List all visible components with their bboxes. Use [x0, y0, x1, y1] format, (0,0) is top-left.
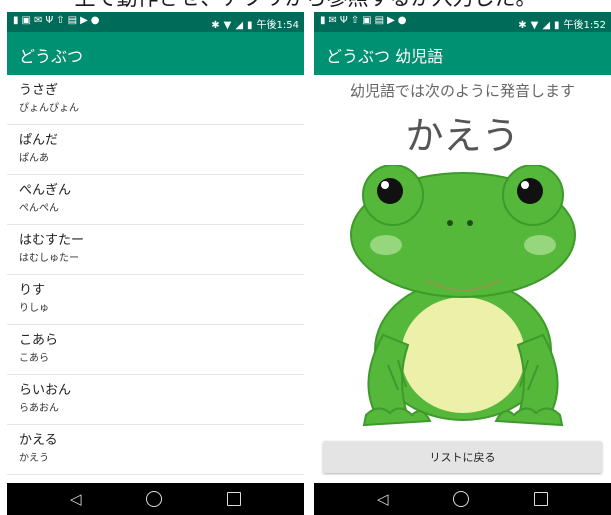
play-store-icon: ▶ — [387, 15, 398, 26]
baby-word: らあおん — [19, 403, 59, 414]
wifi-icon: ▼ — [223, 20, 232, 31]
baby-word: かえう — [19, 453, 49, 464]
bluetooth-icon: ✱ — [518, 20, 527, 31]
animal-list: うさぎ ぴょんぴょん ぱんだ ぱんあ ぺんぎん ぺんぺん はむすたー はむしゅた… — [7, 75, 304, 483]
list-item-kaeru[interactable]: かえる かえう — [7, 425, 304, 475]
battery-icon: ▮ — [554, 20, 560, 31]
phone-screen-detail: ▮✉Ψ⇧▣▤▶● ✱ ▼ ◢ ▮ 午後1:52 どうぶつ 幼児語 幼児語では次のように発… — [314, 12, 611, 515]
media-icon: ▤ — [374, 15, 388, 26]
list-item-lion[interactable]: らいおん らあおん — [7, 375, 304, 425]
instruction-text: 幼児語では次のように発音します — [349, 82, 575, 100]
list-item-hamster[interactable]: はむすたー はむしゅたー — [7, 225, 304, 275]
home-circle-icon[interactable] — [146, 491, 162, 507]
status-notification-icons: ▮✉Ψ⇧▣▤▶● — [320, 15, 410, 26]
back-icon[interactable]: ◁ — [70, 490, 82, 508]
frog-illustration — [350, 165, 576, 427]
animal-name: ぱんだ — [19, 133, 59, 148]
list-item-penguin[interactable]: ぺんぎん ぺんぺん — [7, 175, 304, 225]
mail-icon: ✉ — [328, 15, 340, 26]
list-item-koala[interactable]: こあら こあら — [7, 325, 304, 375]
baby-word: ぱんあ — [19, 153, 49, 164]
animal-name: こあら — [19, 333, 59, 348]
frog-right-eye — [517, 178, 543, 204]
back-to-list-button[interactable]: リストに戻る — [323, 441, 602, 473]
baby-word-display: かえう — [405, 114, 520, 158]
play-store-icon: ▶ — [80, 15, 91, 26]
list-item-risu[interactable]: りす りしゅ — [7, 275, 304, 325]
status-notification-icons: ▮▣✉Ψ⇧▤▶● — [13, 15, 103, 26]
wifi-icon: ▼ — [530, 20, 539, 31]
location-icon: ● — [397, 15, 410, 26]
baby-word: はむしゅたー — [19, 253, 79, 264]
image-icon: ▣ — [362, 15, 375, 26]
list-item-panda[interactable]: ぱんだ ぱんあ — [7, 125, 304, 175]
app-title: どうぶつ — [19, 47, 84, 66]
notification-icon: ▮ — [320, 15, 329, 26]
app-bar: どうぶつ — [7, 32, 304, 75]
status-system-icons: ✱ ▼ ◢ ▮ 午後1:54 — [207, 16, 299, 31]
upload-icon: ⇧ — [350, 15, 363, 26]
animal-name: ぺんぎん — [19, 183, 72, 198]
app-bar: どうぶつ 幼児語 — [314, 32, 611, 75]
signal-icon: ◢ — [542, 20, 551, 31]
status-bar: ▮▣✉Ψ⇧▤▶● ✱ ▼ ◢ ▮ 午後1:54 — [7, 12, 304, 32]
list-item-usagi[interactable]: うさぎ ぴょんぴょん — [7, 75, 304, 125]
location-icon: ● — [90, 15, 103, 26]
bluetooth-icon: ✱ — [211, 20, 220, 31]
status-bar: ▮✉Ψ⇧▣▤▶● ✱ ▼ ◢ ▮ 午後1:52 — [314, 12, 611, 32]
mail-icon: ✉ — [33, 15, 46, 26]
baby-word: こあら — [19, 353, 49, 364]
home-circle-icon[interactable] — [453, 491, 469, 507]
frog-left-eye — [377, 178, 403, 204]
detail-content: 幼児語では次のように発音します かえう リストに戻る — [314, 75, 611, 483]
recents-square-icon[interactable] — [534, 492, 548, 506]
animal-name: うさぎ — [19, 83, 59, 98]
status-time: 午後1:52 — [563, 20, 606, 31]
caption-strip: 上で動作させ、アプリから参照するか入力した。 — [0, 0, 611, 12]
animal-name: りす — [19, 283, 46, 298]
notification-icon: ▮ — [13, 15, 22, 26]
usb-icon: Ψ — [45, 15, 57, 26]
phone-screen-list: ▮▣✉Ψ⇧▤▶● ✱ ▼ ◢ ▮ 午後1:54 どうぶつ うさぎ ぴょんぴょん ぱんだ … — [7, 12, 304, 515]
animal-name: かえる — [19, 433, 58, 448]
baby-word: りしゅ — [19, 303, 49, 314]
animal-name: はむすたー — [19, 233, 85, 248]
navigation-bar: ◁ — [7, 483, 304, 515]
upload-icon: ⇧ — [56, 15, 68, 26]
caption-text: 上で動作させ、アプリから参照するか入力した。 — [0, 0, 611, 11]
frog-head — [350, 165, 576, 298]
status-time: 午後1:54 — [256, 20, 299, 31]
image-icon: ▣ — [21, 15, 34, 26]
usb-icon: Ψ — [339, 15, 351, 26]
back-icon[interactable]: ◁ — [377, 490, 389, 508]
signal-icon: ◢ — [235, 20, 244, 31]
battery-icon: ▮ — [247, 20, 253, 31]
baby-word: ぴょんぴょん — [19, 103, 79, 114]
media-icon: ▤ — [67, 15, 81, 26]
status-system-icons: ✱ ▼ ◢ ▮ 午後1:52 — [514, 16, 606, 31]
baby-word: ぺんぺん — [19, 203, 59, 214]
app-title: どうぶつ 幼児語 — [326, 47, 444, 66]
navigation-bar: ◁ — [314, 483, 611, 515]
recents-square-icon[interactable] — [227, 492, 241, 506]
animal-name: らいおん — [19, 383, 72, 398]
